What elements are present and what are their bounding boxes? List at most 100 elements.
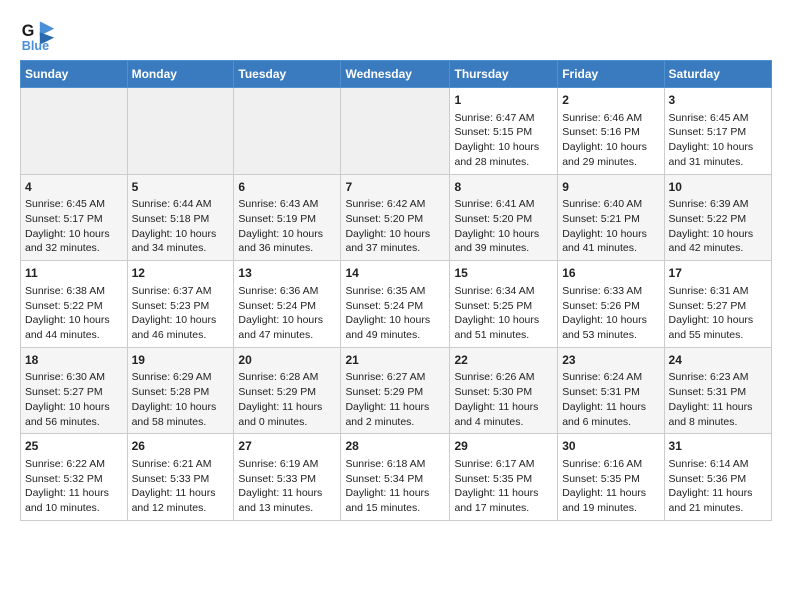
calendar-cell: 23Sunrise: 6:24 AM Sunset: 5:31 PM Dayli… xyxy=(558,347,664,434)
day-info: Sunrise: 6:35 AM Sunset: 5:24 PM Dayligh… xyxy=(345,284,445,343)
day-number: 10 xyxy=(669,179,767,196)
calendar-cell: 31 Sunrise: 6:14 AM Sunset: 5:36 PM Dayli… xyxy=(664,434,771,521)
day-number: 31 xyxy=(669,438,767,455)
day-info: Sunrise: 6:36 AM Sunset: 5:24 PM Dayligh… xyxy=(238,284,336,343)
day-info: Sunrise: 6:34 AM Sunset: 5:25 PM Dayligh… xyxy=(454,284,553,343)
logo-icon: G Blue xyxy=(20,16,56,52)
calendar-header-tuesday: Tuesday xyxy=(234,61,341,88)
calendar-cell: 27 Sunrise: 6:19 AM Sunset: 5:33 PM Dayli… xyxy=(234,434,341,521)
day-number: 7 xyxy=(345,179,445,196)
calendar-cell: 12Sunrise: 6:37 AM Sunset: 5:23 PM Dayli… xyxy=(127,261,234,348)
calendar-cell: 14 Sunrise: 6:35 AM Sunset: 5:24 PM Dayli… xyxy=(341,261,450,348)
day-number: 19 xyxy=(132,352,230,369)
day-info: Sunrise: 6:47 AM Sunset: 5:15 PM Dayligh… xyxy=(454,111,553,170)
day-info: Sunrise: 6:40 AM Sunset: 5:21 PM Dayligh… xyxy=(562,197,659,256)
svg-text:Blue: Blue xyxy=(22,39,49,52)
calendar-cell: 11 Sunrise: 6:38 AM Sunset: 5:22 PM Dayli… xyxy=(21,261,128,348)
day-number: 8 xyxy=(454,179,553,196)
day-number: 13 xyxy=(238,265,336,282)
calendar-week-5: 25Sunrise: 6:22 AM Sunset: 5:32 PM Dayli… xyxy=(21,434,772,521)
svg-text:G: G xyxy=(22,22,35,40)
day-number: 21 xyxy=(345,352,445,369)
calendar-cell: 15 Sunrise: 6:34 AM Sunset: 5:25 PM Dayli… xyxy=(450,261,558,348)
day-info: Sunrise: 6:16 AM Sunset: 5:35 PM Dayligh… xyxy=(562,457,659,516)
day-number: 14 xyxy=(345,265,445,282)
day-number: 11 xyxy=(25,265,123,282)
calendar-cell: 13 Sunrise: 6:36 AM Sunset: 5:24 PM Dayli… xyxy=(234,261,341,348)
day-number: 3 xyxy=(669,92,767,109)
day-number: 27 xyxy=(238,438,336,455)
day-number: 28 xyxy=(345,438,445,455)
calendar-cell: 26 Sunrise: 6:21 AM Sunset: 5:33 PM Dayli… xyxy=(127,434,234,521)
day-number: 1 xyxy=(454,92,553,109)
day-info: Sunrise: 6:45 AM Sunset: 5:17 PM Dayligh… xyxy=(669,111,767,170)
day-number: 9 xyxy=(562,179,659,196)
calendar-cell: 16Sunrise: 6:33 AM Sunset: 5:26 PM Dayli… xyxy=(558,261,664,348)
day-info: Sunrise: 6:31 AM Sunset: 5:27 PM Dayligh… xyxy=(669,284,767,343)
day-number: 30 xyxy=(562,438,659,455)
day-info: Sunrise: 6:29 AM Sunset: 5:28 PM Dayligh… xyxy=(132,370,230,429)
day-number: 25 xyxy=(25,438,123,455)
page-header: G Blue xyxy=(20,16,772,52)
day-info: Sunrise: 6:41 AM Sunset: 5:20 PM Dayligh… xyxy=(454,197,553,256)
day-number: 20 xyxy=(238,352,336,369)
calendar-cell: 18Sunrise: 6:30 AM Sunset: 5:27 PM Dayli… xyxy=(21,347,128,434)
calendar-header-thursday: Thursday xyxy=(450,61,558,88)
calendar-week-3: 11 Sunrise: 6:38 AM Sunset: 5:22 PM Dayli… xyxy=(21,261,772,348)
day-info: Sunrise: 6:44 AM Sunset: 5:18 PM Dayligh… xyxy=(132,197,230,256)
calendar-cell: 22Sunrise: 6:26 AM Sunset: 5:30 PM Dayli… xyxy=(450,347,558,434)
day-info: Sunrise: 6:45 AM Sunset: 5:17 PM Dayligh… xyxy=(25,197,123,256)
calendar-cell: 1 Sunrise: 6:47 AM Sunset: 5:15 PM Daylig… xyxy=(450,88,558,175)
day-info: Sunrise: 6:39 AM Sunset: 5:22 PM Dayligh… xyxy=(669,197,767,256)
day-number: 18 xyxy=(25,352,123,369)
calendar-week-1: 1 Sunrise: 6:47 AM Sunset: 5:15 PM Daylig… xyxy=(21,88,772,175)
calendar-cell: 8Sunrise: 6:41 AM Sunset: 5:20 PM Daylig… xyxy=(450,174,558,261)
day-info: Sunrise: 6:14 AM Sunset: 5:36 PM Dayligh… xyxy=(669,457,767,516)
day-info: Sunrise: 6:23 AM Sunset: 5:31 PM Dayligh… xyxy=(669,370,767,429)
calendar-cell: 17Sunrise: 6:31 AM Sunset: 5:27 PM Dayli… xyxy=(664,261,771,348)
calendar-cell: 10Sunrise: 6:39 AM Sunset: 5:22 PM Dayli… xyxy=(664,174,771,261)
calendar-week-2: 4Sunrise: 6:45 AM Sunset: 5:17 PM Daylig… xyxy=(21,174,772,261)
day-number: 24 xyxy=(669,352,767,369)
calendar-cell: 20Sunrise: 6:28 AM Sunset: 5:29 PM Dayli… xyxy=(234,347,341,434)
day-info: Sunrise: 6:17 AM Sunset: 5:35 PM Dayligh… xyxy=(454,457,553,516)
day-number: 29 xyxy=(454,438,553,455)
day-info: Sunrise: 6:27 AM Sunset: 5:29 PM Dayligh… xyxy=(345,370,445,429)
day-info: Sunrise: 6:30 AM Sunset: 5:27 PM Dayligh… xyxy=(25,370,123,429)
logo: G Blue xyxy=(20,16,60,52)
day-info: Sunrise: 6:21 AM Sunset: 5:33 PM Dayligh… xyxy=(132,457,230,516)
calendar-cell: 6Sunrise: 6:43 AM Sunset: 5:19 PM Daylig… xyxy=(234,174,341,261)
day-info: Sunrise: 6:43 AM Sunset: 5:19 PM Dayligh… xyxy=(238,197,336,256)
calendar-cell: 2Sunrise: 6:46 AM Sunset: 5:16 PM Daylig… xyxy=(558,88,664,175)
day-info: Sunrise: 6:19 AM Sunset: 5:33 PM Dayligh… xyxy=(238,457,336,516)
day-info: Sunrise: 6:38 AM Sunset: 5:22 PM Dayligh… xyxy=(25,284,123,343)
calendar-cell: 25Sunrise: 6:22 AM Sunset: 5:32 PM Dayli… xyxy=(21,434,128,521)
calendar-table: SundayMondayTuesdayWednesdayThursdayFrid… xyxy=(20,60,772,521)
calendar-header-wednesday: Wednesday xyxy=(341,61,450,88)
calendar-cell: 5Sunrise: 6:44 AM Sunset: 5:18 PM Daylig… xyxy=(127,174,234,261)
calendar-header-saturday: Saturday xyxy=(664,61,771,88)
day-number: 6 xyxy=(238,179,336,196)
calendar-header-monday: Monday xyxy=(127,61,234,88)
calendar-cell: 29 Sunrise: 6:17 AM Sunset: 5:35 PM Dayli… xyxy=(450,434,558,521)
calendar-cell xyxy=(341,88,450,175)
calendar-header-row: SundayMondayTuesdayWednesdayThursdayFrid… xyxy=(21,61,772,88)
day-info: Sunrise: 6:42 AM Sunset: 5:20 PM Dayligh… xyxy=(345,197,445,256)
calendar-week-4: 18Sunrise: 6:30 AM Sunset: 5:27 PM Dayli… xyxy=(21,347,772,434)
day-number: 15 xyxy=(454,265,553,282)
day-number: 23 xyxy=(562,352,659,369)
calendar-cell: 30 Sunrise: 6:16 AM Sunset: 5:35 PM Dayli… xyxy=(558,434,664,521)
day-number: 16 xyxy=(562,265,659,282)
day-info: Sunrise: 6:37 AM Sunset: 5:23 PM Dayligh… xyxy=(132,284,230,343)
calendar-cell xyxy=(234,88,341,175)
day-number: 26 xyxy=(132,438,230,455)
day-info: Sunrise: 6:24 AM Sunset: 5:31 PM Dayligh… xyxy=(562,370,659,429)
day-number: 4 xyxy=(25,179,123,196)
day-number: 5 xyxy=(132,179,230,196)
calendar-header-sunday: Sunday xyxy=(21,61,128,88)
calendar-cell: 21Sunrise: 6:27 AM Sunset: 5:29 PM Dayli… xyxy=(341,347,450,434)
day-info: Sunrise: 6:26 AM Sunset: 5:30 PM Dayligh… xyxy=(454,370,553,429)
calendar-cell: 7Sunrise: 6:42 AM Sunset: 5:20 PM Daylig… xyxy=(341,174,450,261)
calendar-cell xyxy=(21,88,128,175)
day-number: 2 xyxy=(562,92,659,109)
